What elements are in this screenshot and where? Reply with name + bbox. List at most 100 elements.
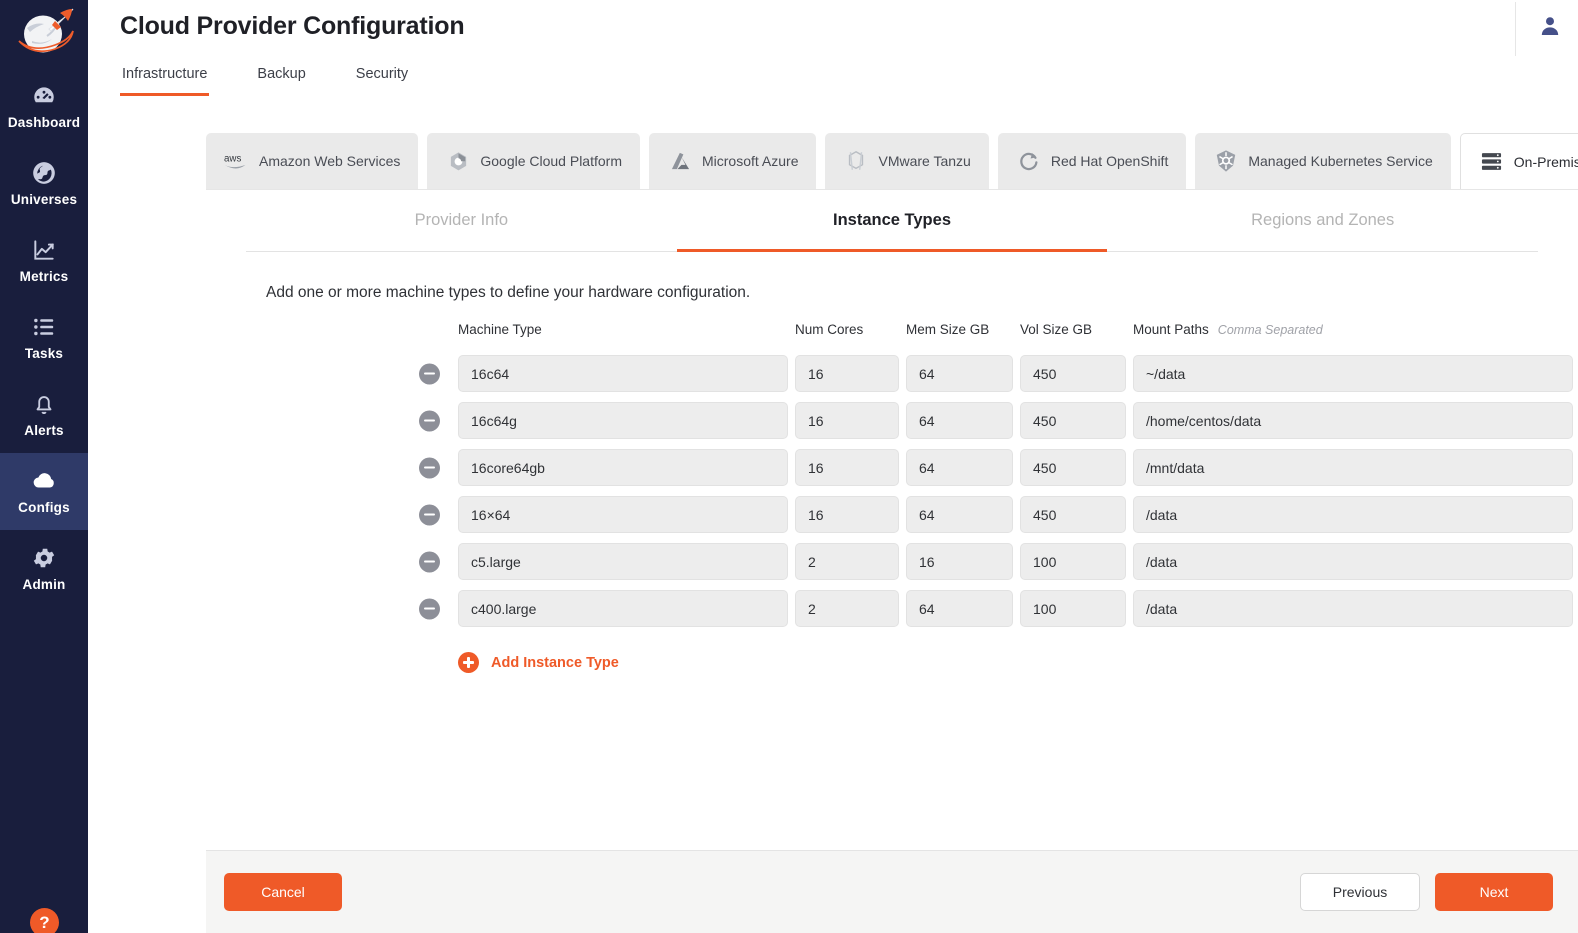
next-button[interactable]: Next — [1435, 873, 1553, 911]
app-logo[interactable] — [0, 0, 88, 68]
user-avatar-icon[interactable] — [1538, 14, 1562, 38]
gcp-icon — [445, 150, 471, 172]
server-rack-icon — [1479, 151, 1505, 173]
subtab-label: Instance Types — [833, 211, 951, 230]
num-cores-input[interactable] — [795, 355, 899, 392]
sidebar-item-label: Admin — [23, 577, 66, 592]
subtab-label: Regions and Zones — [1251, 211, 1394, 230]
sidebar-item-alerts[interactable]: Alerts — [0, 376, 88, 453]
sidebar-item-dashboard[interactable]: Dashboard — [0, 68, 88, 145]
minus-circle-icon[interactable] — [419, 598, 440, 619]
num-cores-input[interactable] — [795, 496, 899, 533]
provider-tab-vmware-tanzu[interactable]: VMware Tanzu — [825, 133, 988, 189]
tab-infrastructure[interactable]: Infrastructure — [120, 60, 209, 96]
tab-backup[interactable]: Backup — [255, 60, 307, 96]
num-cores-input[interactable] — [795, 590, 899, 627]
subtab-regions-and-zones[interactable]: Regions and Zones — [1107, 190, 1538, 251]
kubernetes-icon — [1213, 150, 1239, 172]
vmware-tanzu-icon — [843, 150, 869, 172]
minus-circle-icon[interactable] — [419, 504, 440, 525]
vol-size-input[interactable] — [1020, 496, 1126, 533]
mount-paths-input[interactable] — [1133, 355, 1573, 392]
cancel-button[interactable]: Cancel — [224, 873, 342, 911]
previous-button[interactable]: Previous — [1300, 873, 1420, 911]
mount-paths-input[interactable] — [1133, 496, 1573, 533]
tab-security[interactable]: Security — [354, 60, 410, 96]
mem-size-input[interactable] — [906, 449, 1013, 486]
num-cores-input[interactable] — [795, 449, 899, 486]
column-header-num-cores: Num Cores — [795, 322, 899, 337]
rocket-planet-logo-icon — [13, 8, 75, 60]
machine-type-input[interactable] — [458, 590, 788, 627]
mem-size-input[interactable] — [906, 355, 1013, 392]
provider-tab-label: On-Premises Datacenters — [1514, 154, 1578, 170]
provider-tab-azure[interactable]: Microsoft Azure — [649, 133, 816, 189]
table-row — [458, 491, 1578, 538]
table-row — [458, 585, 1578, 632]
machine-type-input[interactable] — [458, 449, 788, 486]
provider-tab-strip: aws Amazon Web Services Google Cloud Pla… — [206, 133, 1578, 189]
minus-circle-icon[interactable] — [419, 363, 440, 384]
mem-size-input[interactable] — [906, 496, 1013, 533]
mount-paths-input[interactable] — [1133, 543, 1573, 580]
num-cores-input[interactable] — [795, 543, 899, 580]
section-tabs: Infrastructure Backup Security — [88, 60, 1578, 112]
table-row — [458, 350, 1578, 397]
provider-tab-on-premises[interactable]: On-Premises Datacenters — [1460, 133, 1578, 189]
help-button-label: ? — [39, 913, 49, 933]
column-header-machine-type: Machine Type — [458, 322, 788, 337]
mount-paths-input[interactable] — [1133, 449, 1573, 486]
mount-paths-input[interactable] — [1133, 590, 1573, 627]
sidebar-item-admin[interactable]: Admin — [0, 530, 88, 607]
bell-icon — [31, 391, 57, 417]
mem-size-input[interactable] — [906, 590, 1013, 627]
machine-type-input[interactable] — [458, 543, 788, 580]
provider-tab-gcp[interactable]: Google Cloud Platform — [427, 133, 640, 189]
sidebar: Dashboard Universes Metrics Tasks Alerts — [0, 0, 88, 933]
table-row — [458, 397, 1578, 444]
vol-size-input[interactable] — [1020, 355, 1126, 392]
num-cores-input[interactable] — [795, 402, 899, 439]
provider-tab-redhat-openshift[interactable]: Red Hat OpenShift — [998, 133, 1187, 189]
column-header-mem-size: Mem Size GB — [906, 322, 1013, 337]
help-button[interactable]: ? — [30, 908, 59, 933]
vol-size-input[interactable] — [1020, 449, 1126, 486]
subtab-provider-info[interactable]: Provider Info — [246, 190, 677, 251]
plus-circle-icon — [458, 652, 479, 673]
provider-tab-aws[interactable]: aws Amazon Web Services — [206, 133, 418, 189]
provider-tab-label: Amazon Web Services — [259, 153, 400, 169]
vol-size-input[interactable] — [1020, 402, 1126, 439]
minus-circle-icon[interactable] — [419, 410, 440, 431]
subtab-instance-types[interactable]: Instance Types — [677, 190, 1108, 251]
redhat-openshift-icon — [1016, 150, 1042, 172]
wizard-step-tabs: Provider Info Instance Types Regions and… — [246, 190, 1538, 252]
mem-size-input[interactable] — [906, 543, 1013, 580]
column-header-vol-size: Vol Size GB — [1020, 322, 1126, 337]
minus-circle-icon[interactable] — [419, 551, 440, 572]
add-instance-type-button[interactable]: Add Instance Type — [458, 652, 619, 673]
sidebar-item-tasks[interactable]: Tasks — [0, 299, 88, 376]
sidebar-item-configs[interactable]: Configs — [0, 453, 88, 530]
tab-label: Backup — [257, 66, 305, 82]
provider-content-panel: Provider Info Instance Types Regions and… — [206, 189, 1578, 933]
instance-types-table: Machine Type Num Cores Mem Size GB Vol S… — [206, 322, 1578, 632]
tab-label: Infrastructure — [122, 66, 207, 82]
minus-circle-icon[interactable] — [419, 457, 440, 478]
provider-tab-managed-kubernetes[interactable]: Managed Kubernetes Service — [1195, 133, 1450, 189]
mount-paths-input[interactable] — [1133, 402, 1573, 439]
sidebar-item-label: Configs — [18, 500, 70, 515]
column-header-mount-paths: Mount PathsComma Separated — [1133, 322, 1573, 337]
sidebar-item-label: Universes — [11, 192, 77, 207]
sidebar-item-universes[interactable]: Universes — [0, 145, 88, 222]
machine-type-input[interactable] — [458, 355, 788, 392]
mem-size-input[interactable] — [906, 402, 1013, 439]
machine-type-input[interactable] — [458, 402, 788, 439]
provider-tab-label: Red Hat OpenShift — [1051, 153, 1169, 169]
sidebar-item-metrics[interactable]: Metrics — [0, 222, 88, 299]
subtab-label: Provider Info — [415, 211, 509, 230]
machine-type-input[interactable] — [458, 496, 788, 533]
vol-size-input[interactable] — [1020, 590, 1126, 627]
list-icon — [31, 314, 57, 340]
vol-size-input[interactable] — [1020, 543, 1126, 580]
line-chart-icon — [31, 237, 57, 263]
